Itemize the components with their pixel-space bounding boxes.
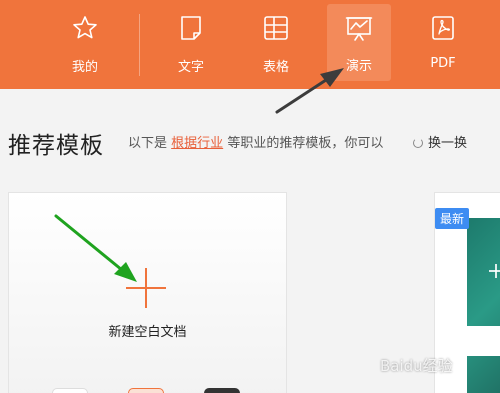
section-title: 推荐模板 (8, 133, 104, 159)
industry-link[interactable]: 根据行业 (171, 136, 223, 151)
pdf-icon (432, 16, 454, 40)
watermark: Baidu经验 (380, 357, 453, 375)
nav-item-writer[interactable]: 文字 (159, 0, 223, 89)
color-option-dark[interactable] (204, 388, 240, 393)
nav-item-pdf[interactable]: PDF (411, 0, 475, 89)
nav-item-spreadsheet[interactable]: 表格 (244, 0, 308, 89)
new-blank-label: 新建空白文档 (108, 325, 187, 340)
nav-item-label: 演示 (345, 59, 372, 74)
color-option-white[interactable] (52, 388, 88, 393)
nav-item-label: 我的 (71, 60, 98, 75)
star-icon (73, 16, 97, 39)
section-description: 以下是 根据行业 等职业的推荐模板，你可以 (128, 132, 383, 151)
plus-icon-vertical (145, 268, 147, 308)
presentation-icon (345, 17, 373, 41)
refresh-label: 换一换 (428, 136, 468, 151)
nav-item-presentation[interactable]: 演示 (327, 4, 391, 81)
new-blank-card[interactable] (8, 192, 287, 393)
document-icon (181, 16, 201, 40)
template-thumbnail[interactable] (467, 218, 500, 393)
nav-divider (139, 14, 140, 76)
thumbnail-cross-vertical (495, 264, 497, 278)
spreadsheet-icon (264, 16, 288, 40)
new-badge: 最新 (435, 208, 470, 229)
desc-suffix: 等职业的推荐模板，你可以 (227, 136, 384, 151)
refresh-icon (413, 138, 423, 148)
nav-item-label: 文字 (177, 60, 204, 75)
nav-item-label: PDF (430, 56, 456, 71)
nav-item-label: 表格 (262, 60, 289, 75)
refresh-button[interactable]: 换一换 (413, 132, 467, 151)
color-option-orange[interactable] (128, 388, 164, 393)
desc-prefix: 以下是 (128, 136, 168, 151)
thumbnail-band (467, 326, 500, 356)
nav-item-mine[interactable]: 我的 (53, 0, 117, 89)
top-nav-bar: 我的 文字 表格 演示 PDF (0, 0, 500, 89)
